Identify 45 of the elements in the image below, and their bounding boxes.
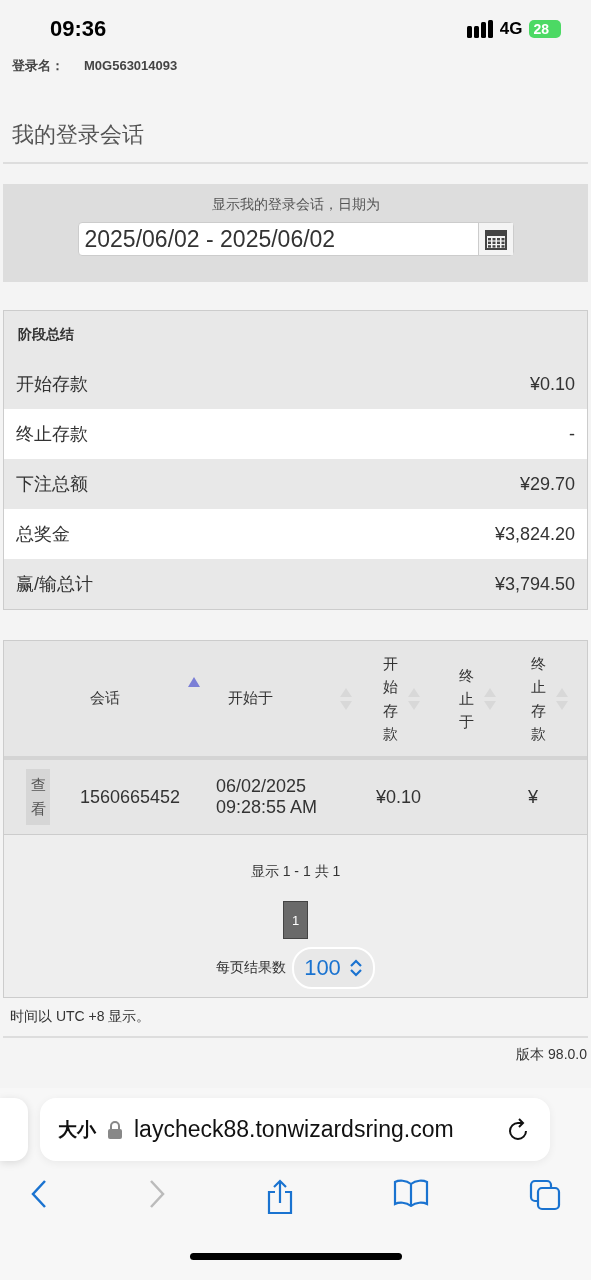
column-header[interactable]: 会话	[90, 689, 120, 708]
summary-label: 下注总额	[16, 473, 88, 496]
summary-label: 赢/输总计	[16, 573, 93, 596]
results-info: 显示 1 - 1 共 1	[250, 863, 341, 881]
clock: 09:36	[50, 16, 107, 42]
column-header[interactable]: 终止于	[458, 663, 474, 734]
chevron-up-down-icon	[348, 959, 363, 977]
view-button[interactable]: 查看	[26, 769, 50, 825]
reload-icon[interactable]	[508, 1117, 530, 1142]
table-cell-text: ¥	[527, 786, 539, 808]
account-label: 登录名：	[12, 60, 64, 72]
lock-icon	[108, 1120, 122, 1139]
calendar-icon[interactable]	[477, 223, 513, 255]
summary-label: 终止存款	[16, 423, 88, 446]
share-icon[interactable]	[265, 1179, 294, 1215]
table-cell-text: ¥0.10	[375, 786, 423, 808]
text-size-button[interactable]: 大小	[58, 1116, 96, 1143]
summary-value: ¥3,824.20	[494, 523, 575, 545]
account-name: M0G563014093	[84, 60, 178, 72]
summary-label: 总奖金	[16, 523, 70, 546]
address-bar[interactable]: 大小 laycheck88.tonwizardsring.com	[40, 1098, 550, 1161]
sort-ascending-icon[interactable]	[188, 677, 200, 687]
url-text: laycheck88.tonwizardsring.com	[134, 1116, 455, 1143]
summary-label: 开始存款	[16, 373, 88, 396]
summary-value: ¥3,794.50	[494, 573, 575, 595]
page-title: 我的登录会话	[12, 121, 145, 149]
per-page-label: 每页结果数	[216, 959, 287, 977]
version-text: 版本 98.0.0	[516, 1045, 588, 1064]
column-header[interactable]: 终止存款	[531, 652, 546, 745]
table-cell-text: 1560665452	[79, 786, 182, 808]
timezone-note: 时间以 UTC +8 显示。	[9, 1007, 152, 1026]
network-type: 4G	[499, 19, 523, 39]
date-range-field[interactable]: 2025/06/02 - 2025/06/02	[77, 222, 514, 256]
page-button[interactable]: 1	[283, 901, 308, 939]
summary-title: 阶段总结	[17, 325, 75, 344]
column-header[interactable]: 开始存款	[382, 652, 398, 745]
per-page-select[interactable]: 100	[292, 947, 375, 989]
signal-icon	[466, 20, 493, 38]
column-header[interactable]: 开始于	[228, 689, 273, 708]
summary-value: ¥29.70	[519, 473, 575, 495]
table-cell-text: 06/02/2025 09:28:55 AM	[215, 776, 319, 818]
summary-value: ¥0.10	[529, 373, 575, 395]
battery-level: 28	[529, 20, 561, 38]
summary-value: -	[569, 423, 575, 445]
date-filter-label: 显示我的登录会话，日期为	[211, 196, 380, 214]
